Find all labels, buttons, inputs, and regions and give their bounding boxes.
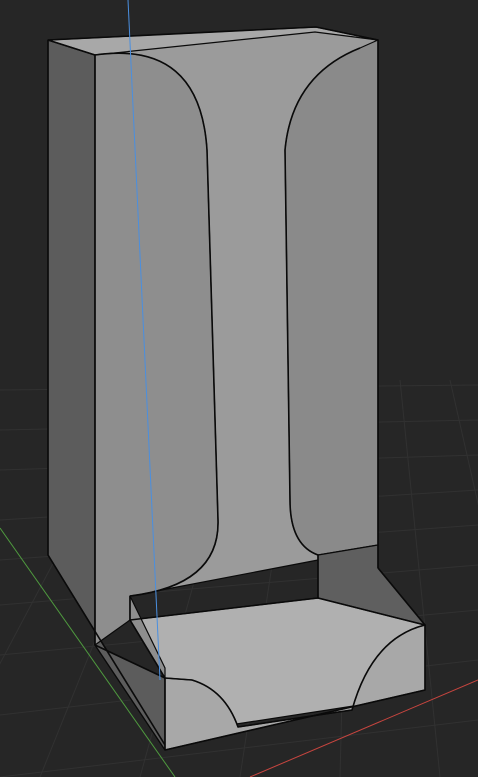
viewport-canvas[interactable] (0, 0, 478, 777)
3d-viewport[interactable] (0, 0, 478, 777)
right-inner-panel (284, 39, 379, 556)
left-inner-panel (94, 52, 219, 646)
